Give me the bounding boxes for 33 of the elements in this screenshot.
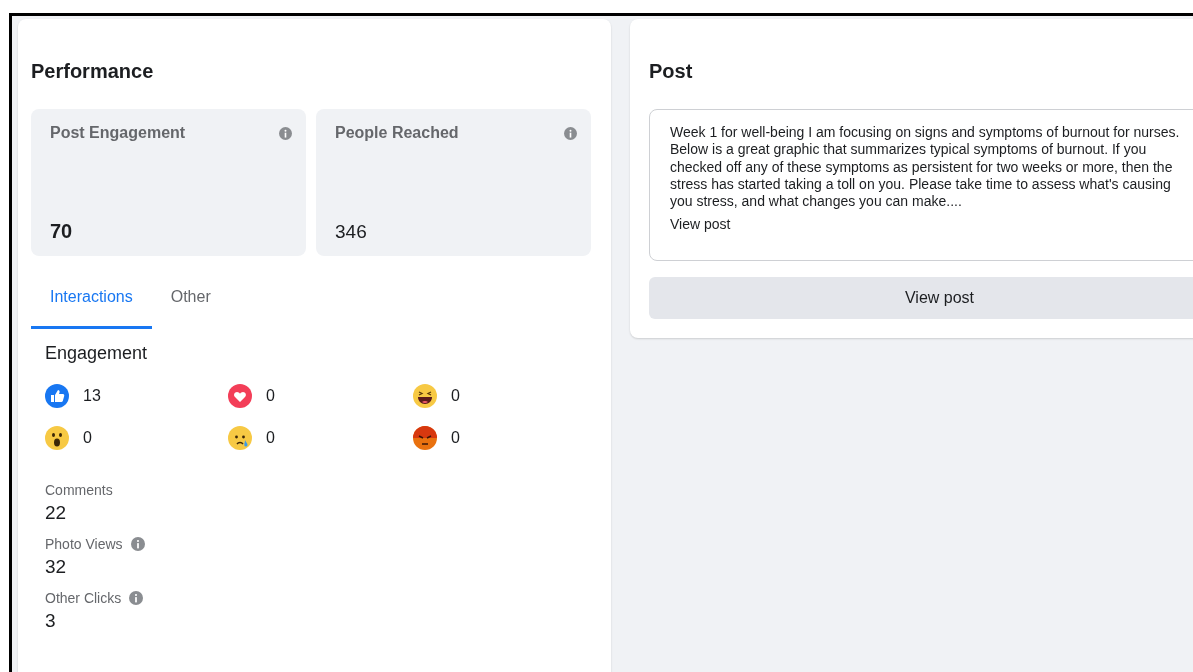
- tab[interactable]: Other: [151, 270, 230, 329]
- stat-label: Comments: [45, 482, 113, 498]
- panel-title: Performance: [31, 59, 155, 84]
- surprised-face-icon: [45, 426, 69, 450]
- info-icon[interactable]: [564, 126, 577, 140]
- reaction-count: 0: [451, 387, 460, 405]
- laughing-face-icon: [413, 384, 437, 408]
- stat-label: Photo Views: [45, 536, 123, 552]
- reaction-count: 13: [83, 387, 101, 405]
- tab[interactable]: Interactions: [31, 270, 152, 329]
- thumbs-up-icon: [45, 384, 69, 408]
- info-icon[interactable]: [130, 537, 145, 551]
- stat-label: Other Clicks: [45, 590, 122, 606]
- section-title: Engagement: [45, 343, 149, 364]
- card-label: People Reached: [335, 124, 459, 142]
- info-icon[interactable]: [129, 591, 144, 605]
- view-post-button[interactable]: View post: [649, 277, 1193, 319]
- card-label: Post Engagement: [50, 124, 186, 142]
- stat-value: 32: [45, 556, 68, 578]
- card-value: 346: [335, 221, 368, 243]
- view-post-link[interactable]: View post: [670, 216, 731, 233]
- reaction-count: 0: [83, 429, 92, 447]
- post-text: Week 1 for well-being I am focusing on signs and symptoms of burnout for nurses. Below is a great graphic that summarizes typical symptoms of burnout. If you checked off any of these symptoms as persistent for two weeks or more, then the stress has started taking a toll on you. Please take time to assess what's causing you stress, and what changes you can make....: [670, 124, 1181, 211]
- reaction-count: 0: [451, 429, 460, 447]
- stat-value: 3: [45, 610, 57, 632]
- stat-value: 22: [45, 502, 68, 524]
- reaction-count: 0: [266, 429, 275, 447]
- reaction-count: 0: [266, 387, 275, 405]
- panel-title: Post: [649, 59, 694, 84]
- angry-face-icon: [413, 426, 437, 450]
- crying-face-icon: [228, 426, 252, 450]
- card-value: 70: [50, 220, 74, 243]
- info-icon[interactable]: [279, 126, 292, 140]
